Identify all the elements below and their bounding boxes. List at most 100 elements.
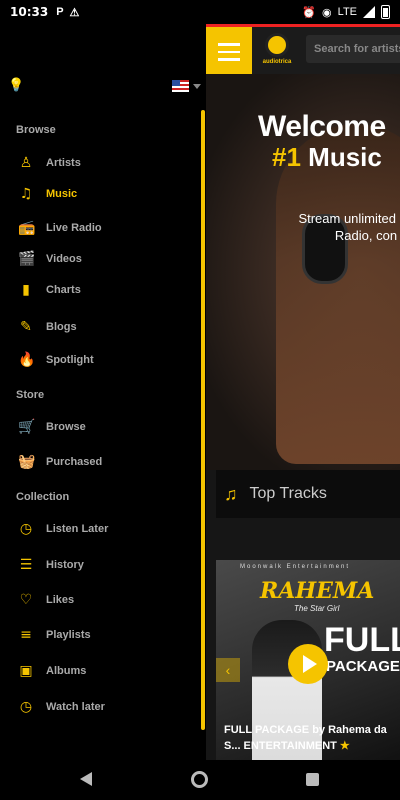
hero-banner: Welcome #1 Music Stream unlimited music … xyxy=(206,74,400,470)
flame-icon: 🔥 xyxy=(18,352,36,368)
drawer-item-label: Charts xyxy=(46,284,81,296)
system-nav-bar xyxy=(0,760,400,800)
chevron-down-icon[interactable] xyxy=(193,84,201,89)
person-icon: ♙ xyxy=(19,155,33,171)
clock-icon: ◷ xyxy=(19,521,33,537)
top-tracks-label: Top Tracks xyxy=(249,485,327,502)
menu-line-icon xyxy=(218,50,240,54)
drawer-item-label: Albums xyxy=(46,665,87,677)
play-button[interactable] xyxy=(288,644,328,684)
section-title-store: Store xyxy=(16,389,45,401)
hero-title2: Music xyxy=(308,142,382,172)
drawer-item-videos[interactable]: 🎬 Videos xyxy=(0,244,196,274)
hero-description: Stream unlimited music Radio, con xyxy=(266,210,400,244)
drawer-item-label: Browse xyxy=(46,421,86,433)
logo-text: audiotrica xyxy=(262,59,292,65)
signal-icon xyxy=(363,6,375,18)
drawer-scrollbar[interactable] xyxy=(201,110,205,730)
status-bar: 10:33 P ⚠ ⏰ ◉ LTE xyxy=(0,0,400,24)
cart-icon: 🛒 xyxy=(18,419,36,435)
drawer-item-label: Live Radio xyxy=(46,222,102,234)
hero-desc-line2: Radio, con xyxy=(334,228,398,243)
drawer-item-label: Blogs xyxy=(46,321,77,333)
drawer-item-label: Listen Later xyxy=(46,523,109,535)
hero-image xyxy=(276,124,400,464)
menu-button[interactable] xyxy=(206,27,252,77)
album-icon: ▣ xyxy=(19,663,33,679)
drawer-item-spotlight[interactable]: 🔥 Spotlight xyxy=(0,345,196,375)
drawer-item-label: Watch later xyxy=(46,701,105,713)
list-icon: ☰ xyxy=(19,557,33,573)
drawer-item-blogs[interactable]: ✎ Blogs xyxy=(0,312,196,342)
album-caption-text: FULL PACKAGE by Rahema da S... ENTERTAIN… xyxy=(224,724,387,752)
search-input[interactable]: Search for artists, ... xyxy=(306,35,400,63)
heart-icon: ♡ xyxy=(19,592,33,608)
drawer-item-history[interactable]: ☰ History xyxy=(0,550,196,580)
status-right: ⏰ ◉ LTE xyxy=(302,5,390,19)
album-title-big: FULL xyxy=(324,621,400,659)
status-time: 10:33 xyxy=(10,5,49,19)
drawer-item-label: Artists xyxy=(46,157,81,169)
album-tagline: The Star Girl xyxy=(294,604,340,613)
music-note-icon: ♫ xyxy=(19,186,33,202)
top-tracks-header[interactable]: ♫ Top Tracks xyxy=(216,470,400,518)
clock-icon: ◷ xyxy=(19,699,33,715)
drawer-item-charts[interactable]: ▮ Charts xyxy=(0,275,196,305)
drawer-item-label: Likes xyxy=(46,594,75,606)
drawer-item-artists[interactable]: ♙ Artists xyxy=(0,148,196,178)
warning-icon: ⚠ xyxy=(69,6,80,19)
album-title-small: PACKAGE xyxy=(326,658,400,675)
menu-line-icon xyxy=(218,58,240,61)
headphones-logo-icon xyxy=(265,33,289,57)
drawer-item-albums[interactable]: ▣ Albums xyxy=(0,656,196,686)
video-icon: 🎬 xyxy=(18,251,36,267)
drawer-item-label: Purchased xyxy=(46,456,103,468)
drawer-header: 💡 xyxy=(0,70,206,100)
app-topbar: audiotrica Search for artists, ... xyxy=(206,24,400,77)
app-logo[interactable]: audiotrica xyxy=(260,33,294,69)
battery-icon xyxy=(381,5,390,19)
menu-line-icon xyxy=(218,43,240,46)
bar-chart-icon: ▮ xyxy=(22,282,30,298)
notification-p-icon: P xyxy=(56,6,64,18)
album-card[interactable]: Moonwalk Entertainment RAHEMA The Star G… xyxy=(216,560,400,760)
drawer-item-label: History xyxy=(46,559,84,571)
drawer-item-purchased[interactable]: 🧺 Purchased xyxy=(0,447,196,477)
album-artist: RAHEMA xyxy=(260,578,375,604)
drawer-item-listen-later[interactable]: ◷ Listen Later xyxy=(0,514,196,544)
network-type: LTE xyxy=(337,6,357,18)
playlist-icon: ≡ xyxy=(20,627,32,643)
drawer-item-label: Spotlight xyxy=(46,354,94,366)
lightbulb-icon[interactable]: 💡 xyxy=(8,78,24,92)
drawer-item-watch-later[interactable]: ◷ Watch later xyxy=(0,692,196,722)
drawer-item-playlists[interactable]: ≡ Playlists xyxy=(0,620,196,650)
drawer-item-music[interactable]: ♫ Music xyxy=(0,179,196,209)
back-icon[interactable] xyxy=(80,772,92,786)
section-title-collection: Collection xyxy=(16,491,70,503)
hero-highlight: #1 xyxy=(272,142,301,172)
album-caption: FULL PACKAGE by Rahema da S... ENTERTAIN… xyxy=(224,722,396,754)
navigation-drawer: 💡 Browse ♙ Artists ♫ Music 📻 Live Radio 🎬 Videos… xyxy=(0,24,206,760)
alarm-icon: ⏰ xyxy=(302,6,317,19)
drawer-item-label: Playlists xyxy=(46,629,91,641)
recents-icon[interactable] xyxy=(306,773,319,786)
star-icon: ★ xyxy=(339,740,350,752)
drawer-item-label: Music xyxy=(46,188,78,200)
hero-title: Welcome xyxy=(258,110,386,143)
drawer-item-label: Videos xyxy=(46,253,82,265)
hotspot-icon: ◉ xyxy=(322,6,332,19)
section-title-browse: Browse xyxy=(16,124,56,136)
basket-icon: 🧺 xyxy=(18,454,36,470)
drawer-item-browse[interactable]: 🛒 Browse xyxy=(0,412,196,442)
radio-icon: 📻 xyxy=(18,220,36,236)
hero-desc-line1: Stream unlimited music xyxy=(298,211,400,226)
previous-arrow-icon[interactable]: ‹ xyxy=(216,658,240,682)
drawer-item-live-radio[interactable]: 📻 Live Radio xyxy=(0,213,196,243)
album-producer: Moonwalk Entertainment xyxy=(240,564,351,570)
home-icon[interactable] xyxy=(191,771,208,788)
us-flag-icon[interactable] xyxy=(172,80,189,92)
app-content: audiotrica Search for artists, ... Welco… xyxy=(206,24,400,760)
blog-icon: ✎ xyxy=(20,319,32,335)
music-note-icon: ♫ xyxy=(224,483,238,504)
drawer-item-likes[interactable]: ♡ Likes xyxy=(0,585,196,615)
